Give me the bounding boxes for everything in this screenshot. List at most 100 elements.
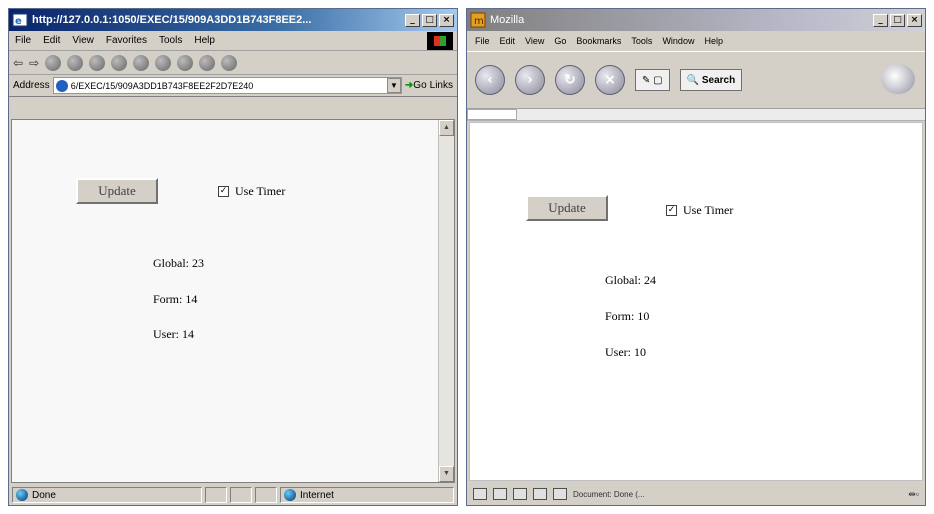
status-cell	[205, 487, 227, 503]
menu-go[interactable]: Go	[554, 36, 566, 46]
mail-icon[interactable]	[177, 54, 194, 71]
global-count: Global: 23	[153, 256, 204, 270]
menu-file[interactable]: File	[475, 36, 490, 46]
online-status-icon	[553, 488, 567, 500]
ie-logo-icon: e	[12, 12, 28, 28]
scroll-up-icon[interactable]: ▲	[439, 120, 454, 136]
throbber-icon	[881, 64, 915, 94]
menu-help[interactable]: Help	[194, 35, 215, 46]
menu-window[interactable]: Window	[662, 36, 694, 46]
moz-window-title: Mozilla	[490, 14, 525, 26]
menu-edit[interactable]: Edit	[500, 36, 516, 46]
status-cell	[230, 487, 252, 503]
mozilla-logo-icon: m	[470, 12, 486, 28]
vertical-scrollbar[interactable]: ▲ ▼	[438, 120, 454, 482]
url-field-icon[interactable]: ✎ ▢	[635, 69, 670, 91]
user-count: User: 14	[153, 327, 194, 341]
use-timer-checkbox[interactable]: ✓ Use Timer	[218, 184, 285, 199]
favorites-icon[interactable]	[133, 54, 150, 71]
go-button[interactable]: ➜Go	[405, 80, 427, 91]
forward-icon[interactable]: ›	[515, 65, 545, 95]
address-dropdown-icon[interactable]: ▼	[386, 78, 401, 93]
ie-page-content: Update ✓ Use Timer Global: 23 Form: 14 U…	[11, 119, 455, 483]
global-count: Global: 24	[605, 273, 656, 287]
moz-title-bar: m Mozilla _ □ ×	[467, 9, 925, 31]
forward-icon[interactable]: ⇨	[29, 56, 39, 70]
history-icon[interactable]	[155, 54, 172, 71]
user-count: User: 10	[605, 345, 646, 359]
back-icon[interactable]: ‹	[475, 65, 505, 95]
status-text: Done	[32, 489, 56, 501]
moz-page-content: Update ✓ Use Timer Global: 24 Form: 10 U…	[469, 122, 923, 481]
close-button[interactable]: ×	[907, 13, 922, 27]
menu-help[interactable]: Help	[704, 36, 723, 46]
menu-view[interactable]: View	[72, 35, 94, 46]
security-icon: ⇹▫	[908, 488, 919, 499]
windows-flag-icon	[427, 32, 453, 50]
zone-cell: Internet	[280, 487, 454, 503]
minimize-button[interactable]: _	[405, 13, 420, 27]
menu-view[interactable]: View	[525, 36, 544, 46]
address-input[interactable]: 6/EXEC/15/909A3DD1B743F8EE2F2D7E240 ▼	[52, 77, 402, 94]
ie-toolbar: ⇦ ⇨	[9, 51, 457, 75]
address-label: Address	[13, 80, 50, 91]
ie-status-bar: Done Internet	[9, 485, 457, 505]
svg-text:m: m	[474, 16, 484, 27]
tab-strip	[467, 109, 925, 121]
form-count: Form: 10	[605, 309, 650, 323]
moz-status-bar: Document: Done (... ⇹▫	[467, 483, 925, 505]
checkbox-box[interactable]: ✓	[218, 186, 229, 197]
form-count: Form: 14	[153, 292, 198, 306]
links-label[interactable]: Links	[430, 80, 453, 91]
status-text-cell: Done	[12, 487, 202, 503]
ie-address-bar: Address 6/EXEC/15/909A3DD1B743F8EE2F2D7E…	[9, 75, 457, 97]
mail-icon[interactable]	[493, 488, 507, 500]
print-icon[interactable]	[199, 54, 216, 71]
menu-file[interactable]: File	[15, 35, 31, 46]
stop-icon[interactable]: ×	[595, 65, 625, 95]
status-text: Document: Done (...	[573, 489, 645, 499]
update-button[interactable]: Update	[526, 195, 608, 221]
use-timer-label: Use Timer	[683, 203, 734, 217]
refresh-icon[interactable]	[67, 54, 84, 71]
moz-navigation-toolbar: ‹ › ↻ × ✎ ▢ 🔍 Search	[467, 51, 925, 109]
minimize-button[interactable]: _	[873, 13, 888, 27]
menu-bookmarks[interactable]: Bookmarks	[576, 36, 621, 46]
update-button[interactable]: Update	[76, 178, 158, 204]
ie-window: e http://127.0.0.1:1050/EXEC/15/909A3DD1…	[8, 8, 458, 506]
mozilla-window: m Mozilla _ □ × File Edit View Go Bookma…	[466, 8, 926, 506]
home-icon[interactable]	[89, 54, 106, 71]
search-button[interactable]: 🔍 Search	[679, 69, 743, 91]
page-done-icon	[16, 489, 28, 501]
navigator-icon[interactable]	[473, 488, 487, 500]
maximize-button[interactable]: □	[422, 13, 437, 27]
svg-text:e: e	[15, 16, 22, 27]
page-icon	[55, 79, 68, 92]
tab[interactable]	[467, 109, 517, 120]
zone-text: Internet	[300, 489, 334, 501]
menu-tools[interactable]: Tools	[159, 35, 182, 46]
ie-title-bar: e http://127.0.0.1:1050/EXEC/15/909A3DD1…	[9, 9, 457, 31]
checkbox-box[interactable]: ✓	[666, 205, 677, 216]
address-value: 6/EXEC/15/909A3DD1B743F8EE2F2D7E240	[70, 80, 254, 91]
menu-edit[interactable]: Edit	[43, 35, 60, 46]
moz-menu-bar: File Edit View Go Bookmarks Tools Window…	[467, 31, 925, 51]
use-timer-checkbox[interactable]: ✓ Use Timer	[666, 203, 733, 218]
back-icon[interactable]: ⇦	[13, 56, 23, 70]
use-timer-label: Use Timer	[235, 184, 286, 198]
menu-favorites[interactable]: Favorites	[106, 35, 147, 46]
edit-icon[interactable]	[221, 54, 238, 71]
ie-window-title: http://127.0.0.1:1050/EXEC/15/909A3DD1B7…	[32, 14, 312, 26]
address-book-icon[interactable]	[533, 488, 547, 500]
composer-icon[interactable]	[513, 488, 527, 500]
scroll-down-icon[interactable]: ▼	[439, 466, 454, 482]
search-icon[interactable]	[111, 54, 128, 71]
close-button[interactable]: ×	[439, 13, 454, 27]
status-cell	[255, 487, 277, 503]
maximize-button[interactable]: □	[890, 13, 905, 27]
ie-menu-bar: File Edit View Favorites Tools Help	[9, 31, 457, 51]
reload-icon[interactable]: ↻	[555, 65, 585, 95]
stop-icon[interactable]	[45, 54, 62, 71]
internet-zone-icon	[284, 489, 296, 501]
menu-tools[interactable]: Tools	[631, 36, 652, 46]
